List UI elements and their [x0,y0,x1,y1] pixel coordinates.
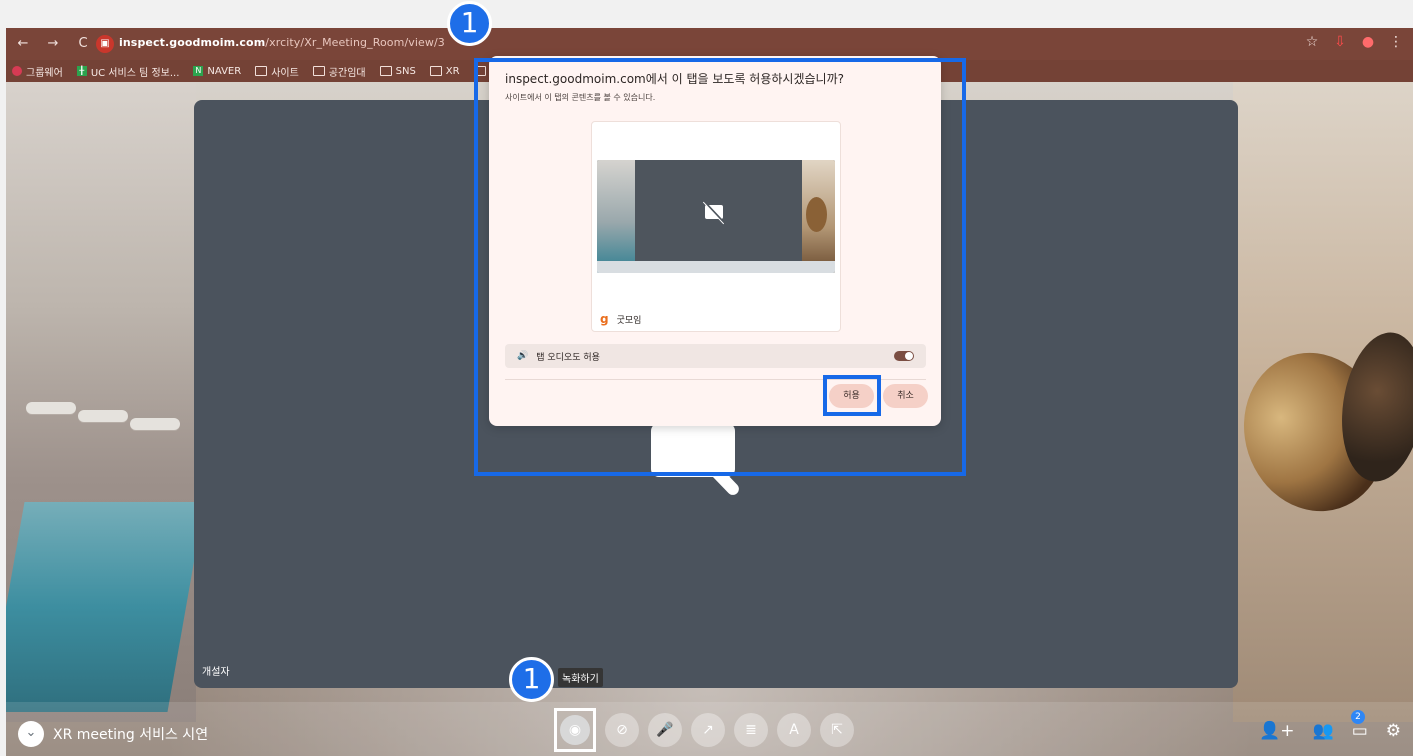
notes-button[interactable]: ≣ [734,713,768,747]
pool-loungers [26,402,186,482]
lounger-shape [26,402,76,414]
back-icon[interactable]: ← [14,36,32,51]
red-circle-icon [12,66,22,76]
chevron-down-icon[interactable]: ⌄ [18,721,44,747]
folder-icon [379,66,392,76]
meeting-toolbar: ⌄ XR meeting 서비스 시연 ◉ ⊘ 🎤 ↗ ≣ A ⇱ 👤+ 👥 ▭… [6,702,1413,756]
camera-off-icon: ⊘ [616,722,628,738]
meeting-title-area: ⌄ XR meeting 서비스 시연 [18,721,208,747]
share-icon: ↗ [702,722,714,738]
green-square-icon: ╂ [76,66,87,76]
bookmark-xr[interactable]: XR [429,66,460,77]
record-button[interactable]: ◉ [554,708,596,752]
step-marker-top: 1 [447,1,492,46]
center-toolbar: ◉ ⊘ 🎤 ↗ ≣ A ⇱ [554,708,854,756]
chat-badge: 2 [1351,710,1365,724]
exit-button[interactable]: ⇱ [820,713,854,747]
folder-icon [312,66,325,76]
record-icon: ◉ [560,715,590,745]
browser-actions: ☆ ⇩ ● ⋮ [1303,34,1405,50]
folder-icon [429,66,442,76]
bookmark-groupware[interactable]: 그룹웨어 [12,64,63,79]
exit-icon: ⇱ [831,722,843,738]
url-path: /xrcity/Xr_Meeting_Room/view/3 [265,36,445,49]
chat-icon[interactable]: ▭ [1352,721,1368,741]
url-host: inspect.goodmoim.com [119,36,266,49]
bookmark-naver[interactable]: N NAVER [193,66,241,77]
folder-icon [255,66,268,76]
browser-window: ← → C ▣ inspect.goodmoim.com/xrcity/Xr_M… [6,28,1413,756]
host-label: 개설자 [202,667,230,678]
naver-icon: N [193,66,204,76]
mic-off-button[interactable]: 🎤 [648,713,682,747]
record-tooltip: 녹화하기 [558,668,603,687]
share-screen-button[interactable]: ↗ [691,713,725,747]
profile-icon[interactable]: ● [1359,34,1377,50]
reload-icon[interactable]: C [74,36,92,51]
download-icon[interactable]: ⇩ [1331,34,1349,50]
translate-button[interactable]: A [777,713,811,747]
notes-icon: ≣ [745,722,757,738]
nav-controls: ← → C [14,36,92,51]
bookmark-space[interactable]: 공간임대 [312,64,366,79]
participants-icon[interactable]: 👥 [1313,721,1334,741]
meeting-title: XR meeting 서비스 시연 [53,727,209,743]
lounger-shape [78,410,128,422]
bookmark-uc[interactable]: ╂ UC 서비스 팀 정보... [76,64,179,79]
bookmark-star-icon[interactable]: ☆ [1303,34,1321,50]
lounger-shape [130,418,180,430]
forward-icon[interactable]: → [44,36,62,51]
mic-off-icon: 🎤 [656,722,674,738]
url-field[interactable]: inspect.goodmoim.com/xrcity/Xr_Meeting_R… [119,36,445,49]
settings-icon[interactable]: ⚙ [1386,721,1401,741]
add-user-icon[interactable]: 👤+ [1259,721,1294,741]
bookmark-site[interactable]: 사이트 [255,64,299,79]
camera-off-button[interactable]: ⊘ [605,713,639,747]
screen-share-icon: ▣ [96,35,114,53]
translate-icon: A [789,722,799,738]
menu-icon[interactable]: ⋮ [1387,34,1405,50]
dialog-highlight-box [474,58,966,476]
step-marker-bottom: 1 [509,657,554,702]
right-toolbar: 👤+ 👥 ▭ ⚙ [1259,721,1401,741]
bookmark-sns[interactable]: SNS [379,66,416,77]
